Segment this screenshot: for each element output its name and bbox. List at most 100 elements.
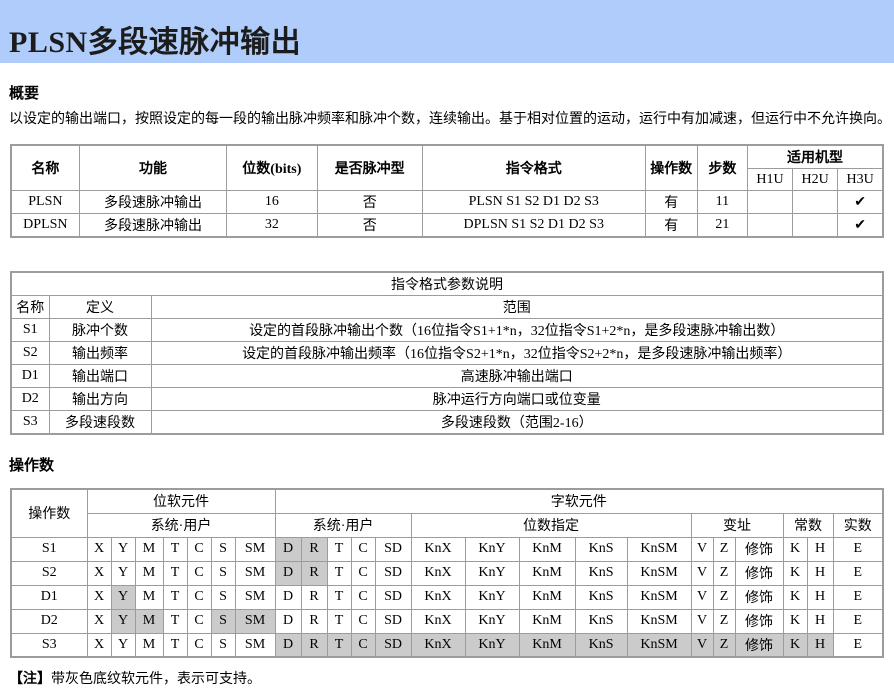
support-note: 【注】带灰色底纹软元件，表示可支持。 [9,668,894,688]
table-cell: 多段速段数（范围2-16） [151,411,883,435]
operand-cell-supported: KnM [519,633,575,657]
col-header-pulse: 是否脉冲型 [317,145,422,191]
operand-cell: C [187,585,211,609]
table-row: S1脉冲个数设定的首段脉冲输出个数（16位指令S1+1*n，32位指令S1+2*… [11,319,883,342]
operand-row-label: D2 [11,609,87,633]
operand-cell: T [163,561,187,585]
operand-cell: R [301,609,327,633]
operand-cell: V [691,537,713,561]
operand-cell: Y [111,561,135,585]
operand-cell: T [327,537,351,561]
operand-row: D1XYMTCSSMDRTCSDKnXKnYKnMKnSKnSMVZ修饰KHE [11,585,883,609]
table-cell: 高速脉冲输出端口 [151,365,883,388]
operand-cell: Z [713,609,735,633]
overview-heading: 概要 [9,82,884,103]
operand-cell: T [163,585,187,609]
table-cell [747,214,792,238]
page-title: PLSN多段速脉冲输出 [9,28,301,58]
operand-cell: X [87,633,111,657]
model-header-h1u: H1U [747,169,792,191]
param-title-row: 指令格式参数说明 [11,272,883,296]
col-header-name: 名称 [11,145,79,191]
operand-cell: D [275,609,301,633]
table-cell: 多段速脉冲输出 [79,214,227,238]
operand-cell: KnS [575,561,627,585]
operand-cell: M [135,537,163,561]
operand-cell-supported: R [301,633,327,657]
operand-cell: KnY [465,585,519,609]
table-row: D2输出方向脉冲运行方向端口或位变量 [11,388,883,411]
operand-cell: S [211,561,235,585]
col-header-format: 指令格式 [422,145,645,191]
sub-header-real: 实数 [833,513,883,537]
operand-cell: C [187,633,211,657]
table-cell: 多段速脉冲输出 [79,191,227,214]
param-table: 指令格式参数说明 名称 定义 范围 S1脉冲个数设定的首段脉冲输出个数（16位指… [10,271,884,435]
operand-cell: T [163,537,187,561]
table-cell: D1 [11,365,49,388]
table-cell: 脉冲个数 [49,319,151,342]
operand-cell: KnSM [627,609,691,633]
operand-cell: KnX [411,609,465,633]
operand-cell: SM [235,537,275,561]
note-text: 带灰色底纹软元件，表示可支持。 [51,672,261,687]
operand-cell: C [351,561,375,585]
operand-cell-supported: T [327,633,351,657]
table-cell: 脉冲运行方向端口或位变量 [151,388,883,411]
operand-sub-header-row: 系统·用户 系统·用户 位数指定 变址 常数 实数 [11,513,883,537]
operand-table: 操作数 位软元件 字软元件 系统·用户 系统·用户 位数指定 变址 常数 实数 … [10,488,884,658]
operand-cell: Y [111,633,135,657]
model-header-h3u: H3U [838,169,883,191]
operand-cell: M [135,633,163,657]
operand-cell-supported: M [135,609,163,633]
operand-row: S3XYMTCSSMDRTCSDKnXKnYKnMKnSKnSMVZ修饰KHE [11,633,883,657]
operand-cell: KnSM [627,585,691,609]
operand-cell: SD [375,609,411,633]
operand-cell: Z [713,537,735,561]
sub-header-word-system-user: 系统·用户 [275,513,411,537]
operand-cell: KnSM [627,537,691,561]
operand-cell: T [327,585,351,609]
operand-cell: KnS [575,609,627,633]
operand-cell: M [135,561,163,585]
operand-cell-supported: KnSM [627,633,691,657]
operand-cell-supported: H [807,633,833,657]
param-table-body: S1脉冲个数设定的首段脉冲输出个数（16位指令S1+1*n，32位指令S1+2*… [11,319,883,435]
table-cell: PLSN [11,191,79,214]
table-cell: S3 [11,411,49,435]
param-table-title: 指令格式参数说明 [11,272,883,296]
operand-row: S2XYMTCSSMDRTCSDKnXKnYKnMKnSKnSMVZ修饰KHE [11,561,883,585]
operand-cell: SM [235,633,275,657]
operand-cell: KnX [411,561,465,585]
operand-cell-supported: SD [375,633,411,657]
operand-cell: 修饰 [735,585,783,609]
table-cell: PLSN S1 S2 D1 D2 S3 [422,191,645,214]
col-header-function: 功能 [79,145,227,191]
operand-cell-supported: V [691,633,713,657]
operand-cell: Y [111,537,135,561]
operand-heading: 操作数 [9,454,884,475]
note-prefix: 【注】 [9,672,51,687]
operand-cell-supported: R [301,537,327,561]
param-header-range: 范围 [151,296,883,319]
col-header-operands: 操作数 [645,145,697,191]
param-header-name: 名称 [11,296,49,319]
operand-cell: Z [713,585,735,609]
table-cell: 输出端口 [49,365,151,388]
operand-cell: D [275,585,301,609]
operand-row-label: D1 [11,585,87,609]
table-cell: ✔ [838,214,883,238]
operand-cell: H [807,585,833,609]
operand-cell: T [163,633,187,657]
operand-cell: KnM [519,561,575,585]
table-cell [793,214,838,238]
operand-cell-supported: Z [713,633,735,657]
operand-cell: E [833,561,883,585]
col-header-bits: 位数(bits) [227,145,317,191]
operand-cell-supported: C [351,633,375,657]
operand-cell: C [187,609,211,633]
table-cell: 输出频率 [49,342,151,365]
operand-cell: C [187,561,211,585]
instruction-table: 名称 功能 位数(bits) 是否脉冲型 指令格式 操作数 步数 适用机型 H1… [10,144,884,238]
model-header-h2u: H2U [793,169,838,191]
